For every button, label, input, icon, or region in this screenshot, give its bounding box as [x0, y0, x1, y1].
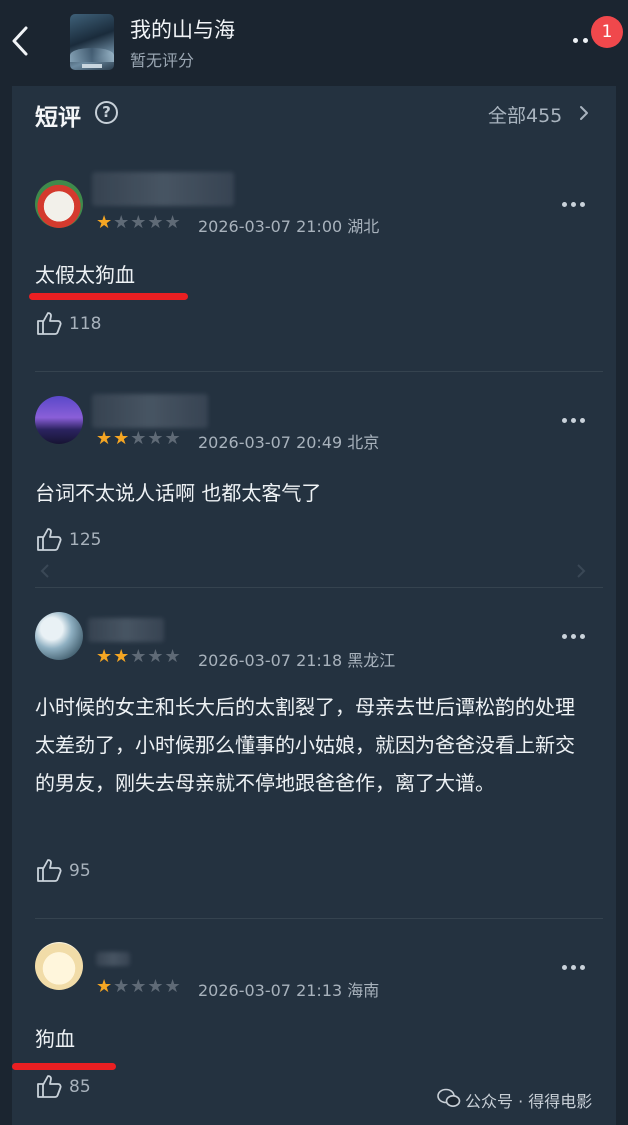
user-avatar[interactable]: [35, 180, 83, 228]
chevron-right-icon[interactable]: [578, 104, 590, 122]
comment-more-icon[interactable]: [562, 963, 586, 973]
wechat-icon: [437, 1088, 461, 1107]
movie-rating-status: 暂无评分: [130, 51, 195, 70]
section-title: 短评: [35, 105, 81, 131]
like-count: 118: [69, 314, 102, 334]
user-avatar[interactable]: [35, 612, 83, 660]
faded-chevron-left-icon: [40, 564, 49, 578]
top-bar: 我的山与海 暂无评分 1: [0, 0, 628, 86]
watermark: 公众号 · 得得电影: [465, 1092, 593, 1111]
username-blurred[interactable]: [92, 394, 208, 428]
comment-more-icon[interactable]: [562, 416, 586, 426]
back-arrow-icon[interactable]: [6, 20, 36, 62]
like-count: 125: [69, 530, 102, 550]
highlight-underline: [29, 293, 188, 300]
faded-chevron-right-icon: [577, 564, 586, 578]
like-count: 95: [69, 861, 91, 881]
highlight-underline: [12, 1063, 116, 1070]
movie-title[interactable]: 我的山与海: [130, 14, 235, 44]
thumbs-up-icon[interactable]: [36, 526, 62, 552]
movie-poster-thumbnail[interactable]: [70, 14, 114, 70]
user-avatar[interactable]: [35, 942, 83, 990]
comment-meta: 2026-03-07 21:18 黑龙江: [198, 651, 396, 670]
comment-meta: 2026-03-07 20:49 北京: [198, 433, 380, 452]
comment-text: 台词不太说人话啊 也都太客气了: [35, 481, 322, 505]
comment-text: 太假太狗血: [35, 263, 135, 287]
divider: [35, 371, 603, 372]
comment-more-icon[interactable]: [562, 200, 586, 210]
all-comments-link[interactable]: 全部455: [488, 101, 562, 128]
like-count: 85: [69, 1077, 91, 1097]
star-rating: ★★★★★: [96, 976, 182, 997]
comment-text: 狗血: [35, 1027, 75, 1051]
star-rating: ★★★★★: [96, 646, 182, 667]
star-rating: ★★★★★: [96, 212, 182, 233]
notification-badge: 1: [591, 16, 623, 48]
divider: [35, 587, 603, 588]
star-rating: ★★★★★: [96, 428, 182, 449]
thumbs-up-icon[interactable]: [36, 1073, 62, 1099]
thumbs-up-icon[interactable]: [36, 310, 62, 336]
username-blurred[interactable]: [88, 618, 164, 642]
username-blurred[interactable]: [92, 172, 234, 206]
username-blurred[interactable]: [96, 952, 130, 966]
divider: [35, 918, 603, 919]
comment-meta: 2026-03-07 21:13 海南: [198, 981, 380, 1000]
help-icon[interactable]: ?: [95, 101, 118, 124]
comment-text: 小时候的女主和长大后的太割裂了，母亲去世后谭松韵的处理太差劲了，小时候那么懂事的…: [35, 695, 575, 795]
comment-more-icon[interactable]: [562, 632, 586, 642]
user-avatar[interactable]: [35, 396, 83, 444]
thumbs-up-icon[interactable]: [36, 857, 62, 883]
comments-panel: [12, 86, 616, 1125]
comment-meta: 2026-03-07 21:00 湖北: [198, 217, 380, 236]
